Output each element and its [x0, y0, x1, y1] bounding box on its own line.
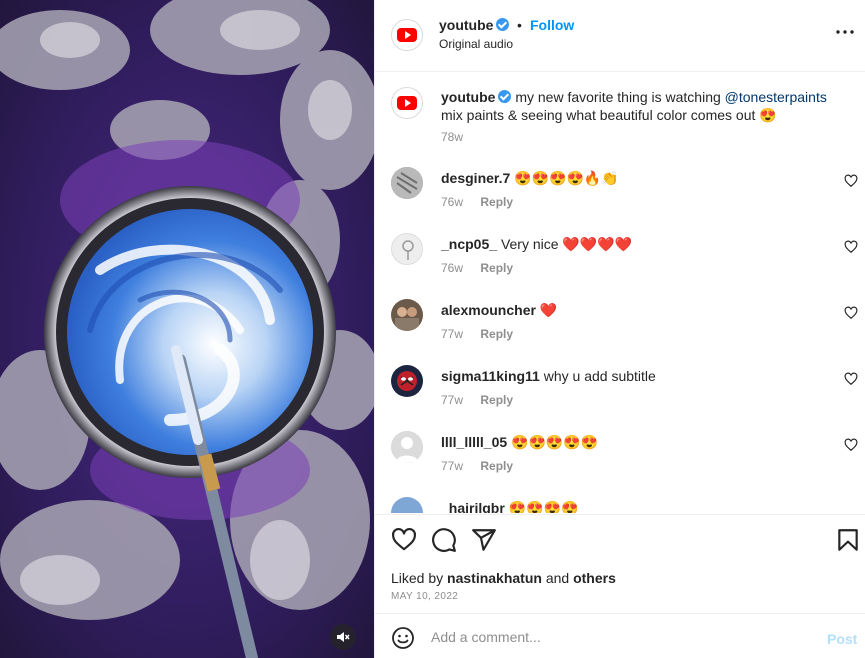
share-icon[interactable] — [471, 527, 497, 553]
comment-timestamp[interactable]: 77w — [441, 459, 463, 473]
comment-text: sigma11king11 why u add subtitle — [441, 368, 656, 384]
comment-timestamp[interactable]: 76w — [441, 261, 463, 275]
heart-icon[interactable] — [844, 240, 858, 254]
comment-username[interactable]: alexmouncher — [441, 302, 536, 318]
commenter-avatar[interactable] — [391, 365, 423, 397]
comment-timestamp[interactable]: 77w — [441, 393, 463, 407]
comments-list[interactable]: youtube my new favorite thing is watchin… — [375, 73, 865, 513]
muted-icon — [337, 632, 350, 642]
comment-meta: 76w Reply — [441, 261, 513, 275]
add-comment-bar: Post — [375, 613, 865, 658]
comment-username[interactable]: llll_lllll_05 — [441, 434, 507, 450]
comment-text: alexmouncher ❤️ — [441, 302, 557, 319]
caption-emoji: 😍 — [759, 107, 777, 123]
audio-label[interactable]: Original audio — [439, 37, 513, 51]
reply-button[interactable]: Reply — [480, 261, 513, 275]
comment-emoji: 😍😍😍😍 — [508, 500, 579, 513]
comment-text: llll_lllll_05 😍😍😍😍😍 — [441, 434, 598, 451]
comment-meta: 76w Reply — [441, 195, 513, 209]
more-icon[interactable] — [835, 22, 855, 42]
comment-username[interactable]: _hairilqbr — [441, 500, 505, 513]
post-date[interactable]: MAY 10, 2022 — [391, 591, 458, 602]
avatar-image — [391, 497, 423, 513]
verified-icon — [496, 18, 510, 31]
header-separator: • — [517, 17, 522, 33]
post-side-panel: youtube • Follow Original audio youtube … — [374, 0, 865, 658]
comment-item: llll_lllll_05 😍😍😍😍😍 77w Reply — [391, 431, 861, 481]
default-avatar-icon — [391, 431, 423, 463]
comment-username[interactable]: desginer.7 — [441, 170, 510, 186]
reply-button[interactable]: Reply — [480, 327, 513, 341]
comment-emoji: 😍😍😍😍😍 — [511, 434, 599, 450]
emoji-icon[interactable] — [391, 626, 415, 650]
heart-icon[interactable] — [844, 438, 858, 452]
comment-meta: 77w Reply — [441, 393, 513, 407]
comment-body: why u add subtitle — [543, 368, 656, 384]
youtube-logo-icon — [397, 96, 417, 110]
comment-text: _ncp05_ Very nice ❤️❤️❤️❤️ — [441, 236, 632, 253]
verified-icon — [498, 90, 512, 103]
mute-toggle-button[interactable] — [330, 624, 356, 650]
bookmark-icon[interactable] — [835, 527, 861, 553]
commenter-avatar[interactable] — [391, 431, 423, 463]
commenter-avatar[interactable] — [391, 299, 423, 331]
comment-emoji: ❤️ — [539, 302, 558, 318]
comment-item: _ncp05_ Very nice ❤️❤️❤️❤️ 76w Reply — [391, 233, 861, 283]
follow-button[interactable]: Follow — [530, 17, 574, 33]
reply-button[interactable]: Reply — [480, 459, 513, 473]
comment-text: desginer.7 😍😍😍😍🔥👏 — [441, 170, 619, 187]
youtube-logo-icon — [397, 28, 417, 42]
post-comment-button[interactable]: Post — [827, 631, 857, 647]
comment-icon[interactable] — [431, 527, 457, 553]
caption-username[interactable]: youtube — [441, 89, 495, 105]
comment-item: alexmouncher ❤️ 77w Reply — [391, 299, 861, 349]
commenter-avatar[interactable] — [391, 233, 423, 265]
caption-mention-link[interactable]: @tonesterpaints — [725, 89, 827, 105]
heart-icon[interactable] — [844, 372, 858, 386]
reply-button[interactable]: Reply — [480, 195, 513, 209]
comment-timestamp[interactable]: 76w — [441, 195, 463, 209]
comment-item: _hairilqbr 😍😍😍😍 — [391, 497, 861, 513]
author-avatar[interactable] — [391, 19, 423, 51]
reply-button[interactable]: Reply — [480, 393, 513, 407]
liked-prefix: Liked by — [391, 570, 444, 586]
comment-text: _hairilqbr 😍😍😍😍 — [441, 500, 578, 513]
post-video[interactable] — [0, 0, 374, 658]
comment-item: sigma11king11 why u add subtitle 77w Rep… — [391, 365, 861, 415]
comment-timestamp[interactable]: 77w — [441, 327, 463, 341]
comment-input[interactable] — [431, 625, 811, 649]
comment-item: desginer.7 😍😍😍😍🔥👏 76w Reply — [391, 167, 861, 217]
heart-icon[interactable] — [391, 527, 417, 553]
post-dialog: youtube • Follow Original audio youtube … — [0, 0, 865, 658]
avatar-image — [391, 167, 423, 199]
avatar-image — [402, 240, 414, 260]
comment-meta: 77w Reply — [441, 327, 513, 341]
heart-icon[interactable] — [844, 306, 858, 320]
liked-by-others-link[interactable]: others — [573, 570, 616, 586]
commenter-avatar[interactable] — [391, 497, 423, 513]
post-header: youtube • Follow Original audio — [375, 0, 865, 72]
liked-by-user-link[interactable]: nastinakhatun — [447, 570, 542, 586]
caption-avatar[interactable] — [391, 87, 423, 119]
comment-body: Very nice — [500, 236, 559, 252]
comment-username[interactable]: _ncp05_ — [441, 236, 497, 252]
heart-icon[interactable] — [844, 174, 858, 188]
avatar-image — [391, 299, 423, 331]
author-username[interactable]: youtube — [439, 17, 510, 33]
comment-username[interactable]: sigma11king11 — [441, 368, 540, 384]
liked-by-text: Liked by nastinakhatun and others — [391, 570, 616, 586]
caption-timestamp[interactable]: 78w — [441, 130, 463, 144]
caption-text-after: mix paints & seeing what beautiful color… — [441, 107, 756, 123]
post-actions: Liked by nastinakhatun and others MAY 10… — [375, 514, 865, 613]
commenter-avatar[interactable] — [391, 167, 423, 199]
avatar-image — [391, 365, 423, 397]
paint-can-video-frame — [0, 0, 374, 658]
comment-emoji: ❤️❤️❤️❤️ — [562, 236, 633, 252]
caption-text-before: my new favorite thing is watching — [515, 89, 721, 105]
caption-text: youtube my new favorite thing is watchin… — [441, 88, 851, 124]
liked-and: and — [545, 570, 570, 586]
comment-emoji: 😍😍😍😍🔥👏 — [514, 170, 619, 186]
comment-meta: 77w Reply — [441, 459, 513, 473]
